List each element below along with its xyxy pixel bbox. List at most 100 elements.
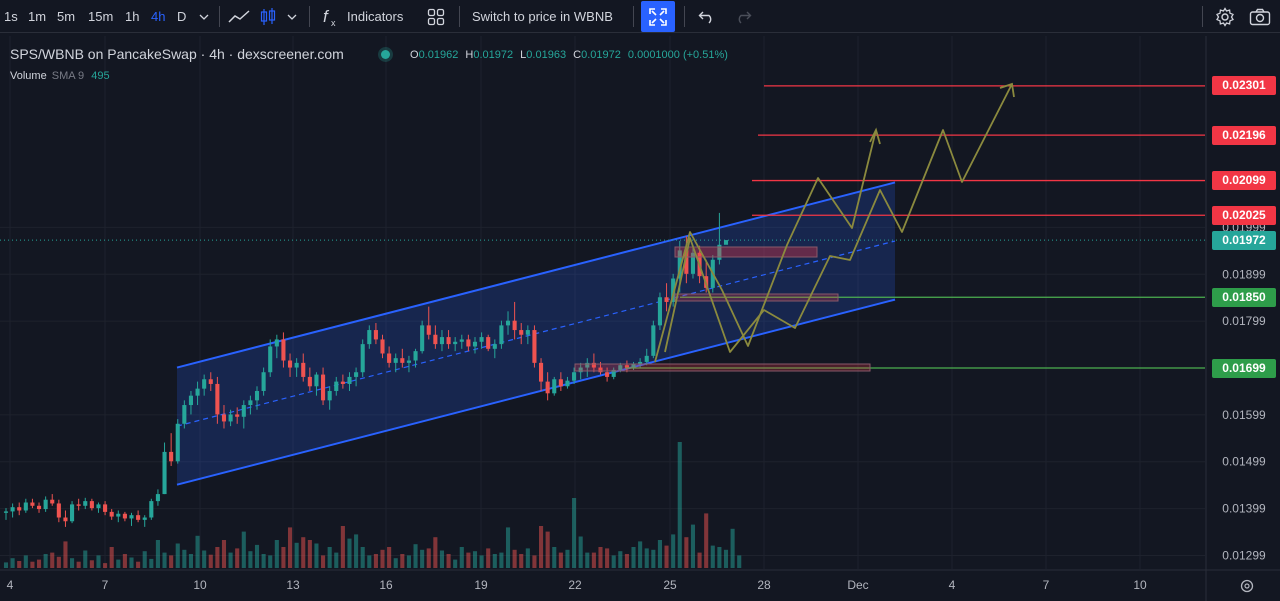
volume-bar — [406, 555, 411, 568]
volume-legend: Volume SMA 9 495 — [10, 70, 110, 82]
volume-bar — [268, 555, 273, 568]
volume-bar — [215, 547, 220, 568]
candle-body — [340, 381, 345, 384]
candle-body — [387, 353, 392, 363]
candle-body — [327, 390, 332, 401]
volume-bar — [43, 554, 48, 568]
price-chart[interactable]: 4 7 10 13 16 19 22 25 28 Dec 4 7 100.019990.018990.0… — [0, 0, 1280, 601]
ohlc-high: 0.01972 — [473, 49, 514, 61]
volume-bar — [380, 549, 385, 568]
x-tick-label: Dec — [847, 578, 868, 592]
candle-body — [155, 494, 160, 502]
candle-body — [373, 330, 378, 340]
volume-sma: SMA 9 — [51, 70, 85, 82]
volume-value: 495 — [91, 70, 110, 82]
volume-bar — [83, 550, 88, 568]
ohlc-close: 0.01972 — [581, 49, 621, 61]
candle-body — [3, 511, 9, 513]
volume-bar — [565, 549, 570, 568]
volume-bar — [248, 551, 253, 568]
volume-bar — [459, 547, 464, 568]
candle-body — [446, 337, 451, 345]
volume-bar — [717, 547, 722, 568]
volume-bar — [387, 547, 392, 568]
volume-bar — [697, 552, 702, 568]
candle-body — [268, 346, 273, 373]
candle-body — [505, 320, 511, 326]
candle-body — [439, 337, 445, 345]
candle-body — [472, 341, 478, 347]
volume-bar — [129, 557, 134, 568]
volume-bar — [175, 543, 180, 568]
candle-body — [664, 297, 669, 302]
volume-bar — [644, 548, 649, 568]
candle-body — [116, 513, 121, 517]
y-tick-label: 0.01899 — [1222, 267, 1266, 281]
x-tick-label: 4 — [7, 578, 14, 592]
volume-bar — [466, 552, 471, 568]
candle-body — [572, 372, 577, 381]
candle-body — [486, 337, 491, 349]
ohlc-open: 0.01962 — [418, 49, 459, 61]
candle-body — [360, 344, 365, 373]
volume-bar — [505, 527, 511, 568]
volume-bar — [472, 551, 478, 568]
volume-bar — [169, 555, 174, 568]
volume-bar — [690, 524, 696, 568]
volume-bar — [188, 554, 194, 568]
candle-body — [605, 372, 610, 377]
volume-bar — [235, 548, 240, 568]
volume-bar — [651, 549, 656, 568]
candle-body — [202, 379, 207, 389]
candle-body — [347, 376, 352, 384]
candle-body — [314, 374, 319, 387]
candle-body — [109, 511, 114, 517]
volume-bar — [10, 558, 15, 568]
volume-bar — [162, 552, 167, 568]
volume-bar — [109, 547, 114, 568]
ohlc-change: 0.0001000 (+0.51%) — [627, 49, 728, 61]
candle-body — [208, 379, 213, 384]
support-price-label: 0.01699 — [1212, 358, 1276, 378]
candle-body — [433, 334, 438, 345]
volume-bar — [439, 550, 445, 568]
candle-body — [459, 339, 464, 342]
volume-bar — [420, 549, 425, 568]
volume-bar — [354, 534, 359, 568]
volume-bar — [512, 549, 517, 568]
y-tick-label: 0.01299 — [1222, 548, 1266, 562]
volume-bar — [704, 513, 709, 568]
volume-bar — [433, 537, 438, 568]
candle-body — [393, 358, 398, 363]
candle-body — [261, 372, 266, 391]
candle-body — [479, 337, 484, 342]
volume-bar — [23, 555, 28, 568]
volume-bar — [413, 544, 418, 568]
last-price-label: 0.01972 — [1212, 230, 1276, 250]
candle-body — [287, 360, 293, 368]
x-tick-label: 19 — [474, 578, 488, 592]
volume-bar — [393, 558, 398, 568]
candle-body — [519, 330, 524, 335]
candle-body — [136, 515, 141, 520]
volume-bar — [228, 552, 233, 568]
candle-body — [492, 344, 497, 349]
volume-bar — [334, 552, 339, 568]
x-tick-label: 10 — [1133, 578, 1147, 592]
volume-bar — [3, 562, 9, 568]
volume-bar — [122, 554, 127, 568]
ohlc-open-key: O — [410, 49, 419, 61]
volume-bar — [36, 559, 42, 568]
volume-bar — [578, 536, 583, 568]
candle-body — [538, 362, 544, 382]
volume-bar — [492, 554, 497, 568]
ohlc-close-key: C — [573, 49, 582, 61]
candle-body — [499, 325, 504, 345]
volume-bar — [446, 554, 451, 568]
candle-body — [420, 325, 425, 352]
volume-bar — [301, 537, 306, 568]
volume-bar — [50, 552, 55, 568]
volume-bar — [367, 555, 372, 568]
candle-body — [228, 414, 233, 422]
candle-body — [248, 400, 253, 406]
